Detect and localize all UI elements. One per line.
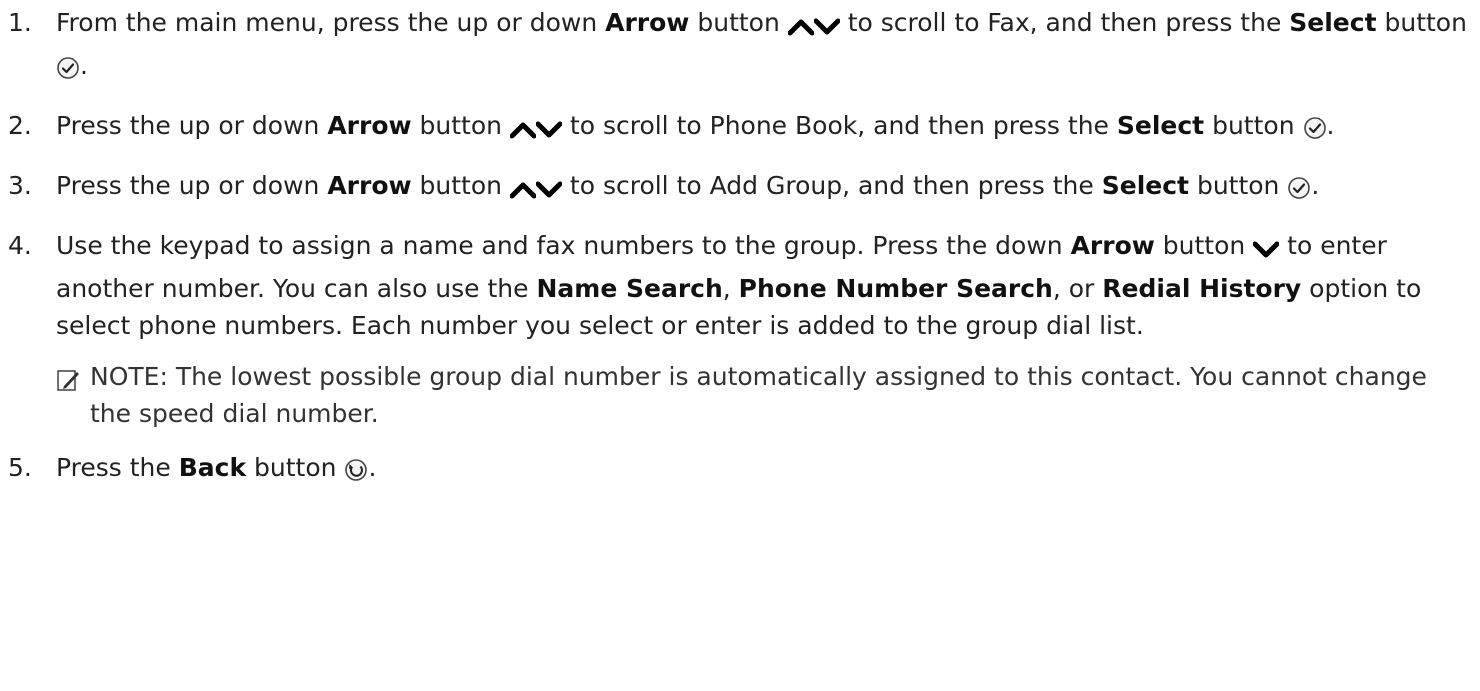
select-check-icon xyxy=(56,53,80,90)
note-text: NOTE: The lowest possible group dial num… xyxy=(90,362,1427,428)
arrow-label: Arrow xyxy=(605,8,690,37)
note: NOTE: The lowest possible group dial num… xyxy=(56,358,1474,432)
step-text: From the main menu, press the up or down… xyxy=(56,4,1474,90)
up-arrow-icon xyxy=(509,173,537,210)
step-text: Press the Back button . xyxy=(56,449,1474,492)
redial-history-label: Redial History xyxy=(1102,274,1302,303)
arrow-label: Arrow xyxy=(327,171,412,200)
up-arrow-icon xyxy=(509,113,537,150)
step-3: 3. Press the up or down Arrow button to … xyxy=(8,167,1474,210)
select-check-icon xyxy=(1303,113,1327,150)
down-arrow-icon xyxy=(813,10,841,47)
step-1: 1. From the main menu, press the up or d… xyxy=(8,4,1474,90)
select-label: Select xyxy=(1289,8,1377,37)
step-number: 2. xyxy=(8,111,32,140)
back-icon xyxy=(344,455,368,492)
instruction-steps: 1. From the main menu, press the up or d… xyxy=(8,4,1474,509)
step-4: 4. Use the keypad to assign a name and f… xyxy=(8,227,1474,432)
down-arrow-icon xyxy=(535,173,563,210)
step-number: 1. xyxy=(8,8,32,37)
step-number: 5. xyxy=(8,453,32,482)
phone-number-search-label: Phone Number Search xyxy=(738,274,1053,303)
up-arrow-icon xyxy=(787,10,815,47)
step-number: 4. xyxy=(8,231,32,260)
step-paragraph: Use the keypad to assign a name and fax … xyxy=(56,231,1422,340)
back-label: Back xyxy=(178,453,247,482)
select-label: Select xyxy=(1101,171,1189,200)
step-number: 3. xyxy=(8,171,32,200)
name-search-label: Name Search xyxy=(536,274,723,303)
down-arrow-icon xyxy=(1252,233,1280,270)
select-label: Select xyxy=(1116,111,1205,140)
arrow-label: Arrow xyxy=(1070,231,1155,260)
step-text: Press the up or down Arrow button to scr… xyxy=(56,107,1474,150)
step-5: 5. Press the Back button . xyxy=(8,449,1474,492)
step-text: Use the keypad to assign a name and fax … xyxy=(56,227,1474,432)
down-arrow-icon xyxy=(535,113,563,150)
select-check-icon xyxy=(1287,173,1311,210)
arrow-label: Arrow xyxy=(327,111,412,140)
step-2: 2. Press the up or down Arrow button to … xyxy=(8,107,1474,150)
note-pencil-icon xyxy=(56,358,90,432)
step-text: Press the up or down Arrow button to scr… xyxy=(56,167,1474,210)
